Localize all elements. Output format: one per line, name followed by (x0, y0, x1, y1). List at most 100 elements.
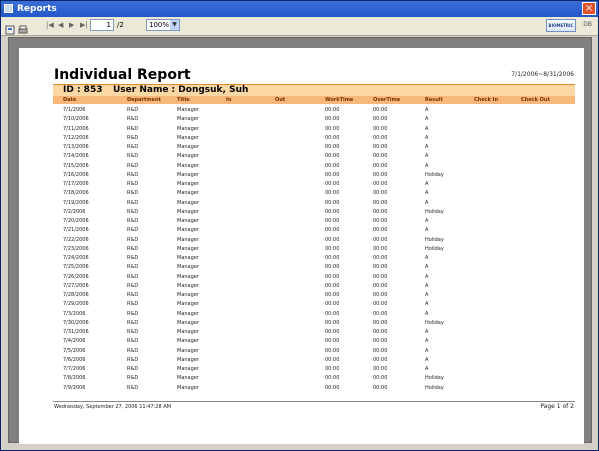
table-cell: 7/21/2006 (63, 227, 89, 234)
column-header: Department (127, 97, 161, 103)
table-cell: 7/24/2006 (63, 255, 89, 261)
table-cell: R&D (127, 255, 139, 261)
table-cell: 00:00 (325, 245, 340, 252)
table-cell: 00:00 (325, 134, 340, 141)
table-row: 7/2/2006 R&D Manager 00:00 00:00 Holiday (53, 208, 575, 217)
table-cell: Manager (177, 208, 199, 215)
table-row: 7/17/2006 R&D Manager 00:00 00:00 A (53, 180, 575, 189)
table-cell: A (425, 107, 429, 113)
table-row: 7/29/2006 R&D Manager 00:00 00:00 A (53, 300, 575, 309)
table-cell: Manager (177, 273, 199, 280)
table-cell: Manager (177, 384, 199, 391)
table-cell: 00:00 (373, 366, 388, 372)
table-row: 7/25/2006 R&D Manager 00:00 00:00 A (53, 263, 575, 272)
zoom-select[interactable]: 100% ▼ (146, 19, 180, 31)
table-row: 7/14/2006 R&D Manager 00:00 00:00 A (53, 152, 575, 161)
table-cell: 00:00 (373, 199, 388, 206)
table-row: 7/19/2006 R&D Manager 00:00 00:00 A (53, 199, 575, 208)
column-header: In (226, 97, 232, 103)
table-cell: 00:00 (373, 255, 388, 261)
table-row: 7/22/2006 R&D Manager 00:00 00:00 Holiday (53, 236, 575, 245)
next-page-icon[interactable]: ▶ (69, 20, 74, 30)
table-cell: 00:00 (373, 301, 388, 308)
table-cell: Manager (177, 338, 199, 345)
table-row: 7/15/2006 R&D Manager 00:00 00:00 A (53, 162, 575, 171)
last-page-icon[interactable]: ▶| (80, 20, 88, 30)
table-cell: Manager (177, 107, 199, 113)
first-page-icon[interactable]: |◀ (46, 20, 54, 30)
table-cell: 00:00 (325, 292, 340, 298)
table-cell: 00:00 (325, 227, 340, 234)
column-header: Title (177, 97, 190, 103)
report-viewer[interactable]: Individual Report 7/1/2006~8/31/2006 ID … (8, 37, 592, 444)
date-range: 7/1/2006~8/31/2006 (511, 71, 574, 78)
table-cell: 00:00 (325, 144, 340, 150)
chevron-down-icon[interactable]: ▼ (170, 20, 179, 30)
employee-id: ID : 853 (63, 85, 103, 95)
table-cell: 7/30/2006 (63, 319, 89, 326)
table-cell: 00:00 (325, 347, 340, 354)
table-cell: 7/10/2006 (63, 116, 89, 123)
table-cell: Manager (177, 329, 199, 335)
table-cell: 00:00 (325, 208, 340, 215)
employee-info-bar: ID : 853 User Name : Dongsuk, Suh (53, 84, 575, 96)
table-cell: R&D (127, 273, 139, 280)
table-cell: R&D (127, 236, 139, 243)
table-row: 7/23/2006 R&D Manager 00:00 00:00 Holiday (53, 245, 575, 254)
table-cell: 7/27/2006 (63, 282, 89, 289)
page-total: /2 (117, 21, 124, 29)
table-cell: 00:00 (325, 329, 340, 335)
table-cell: Holiday (425, 384, 444, 391)
column-header: Check In (474, 97, 499, 103)
table-cell: A (425, 153, 429, 160)
report-page: Individual Report 7/1/2006~8/31/2006 ID … (19, 48, 584, 444)
table-cell: 7/23/2006 (63, 245, 89, 252)
prev-page-icon[interactable]: ◀ (58, 20, 63, 30)
table-row: 7/4/2006 R&D Manager 00:00 00:00 A (53, 337, 575, 346)
table-cell: R&D (127, 153, 139, 160)
table-cell: 00:00 (325, 319, 340, 326)
table-cell: Manager (177, 375, 199, 382)
table-cell: 7/8/2006 (63, 375, 86, 382)
table-cell: R&D (127, 227, 139, 234)
table-cell: A (425, 301, 429, 308)
export-icon[interactable] (5, 20, 15, 35)
table-cell: 7/12/2006 (63, 134, 89, 141)
table-cell: Manager (177, 366, 199, 372)
table-cell: R&D (127, 356, 139, 363)
close-button[interactable]: × (582, 2, 596, 15)
table-cell: 7/25/2006 (63, 264, 89, 271)
table-cell: A (425, 338, 429, 345)
table-cell: 00:00 (325, 153, 340, 160)
employee-name: User Name : Dongsuk, Suh (113, 85, 249, 95)
print-icon[interactable] (18, 20, 28, 34)
table-cell: 7/11/2006 (63, 125, 89, 132)
table-cell: Manager (177, 144, 199, 150)
table-cell: A (425, 329, 429, 335)
table-cell: A (425, 356, 429, 363)
table-cell: 00:00 (373, 144, 388, 150)
table-cell: A (425, 218, 429, 224)
table-cell: 00:00 (325, 356, 340, 363)
page-number-input[interactable]: 1 (90, 19, 114, 31)
table-cell: A (425, 366, 429, 372)
table-row: 7/9/2006 R&D Manager 00:00 00:00 Holiday (53, 384, 575, 393)
table-cell: 7/17/2006 (63, 181, 89, 187)
table-cell: 00:00 (325, 107, 340, 113)
table-cell: Holiday (425, 236, 444, 243)
table-cell: Manager (177, 292, 199, 298)
title-bar: Reports × (1, 1, 598, 17)
footer-divider (53, 401, 575, 402)
table-cell: A (425, 144, 429, 150)
table-cell: Manager (177, 347, 199, 354)
table-cell: Manager (177, 162, 199, 169)
table-cell: Holiday (425, 375, 444, 382)
table-cell: 00:00 (373, 116, 388, 123)
table-cell: R&D (127, 171, 139, 178)
table-cell: 7/9/2006 (63, 384, 86, 391)
table-cell: 7/6/2006 (63, 356, 86, 363)
table-cell: 7/4/2006 (63, 338, 86, 345)
table-cell: 00:00 (373, 245, 388, 252)
table-cell: 00:00 (325, 375, 340, 382)
table-row: 7/10/2006 R&D Manager 00:00 00:00 A (53, 115, 575, 124)
